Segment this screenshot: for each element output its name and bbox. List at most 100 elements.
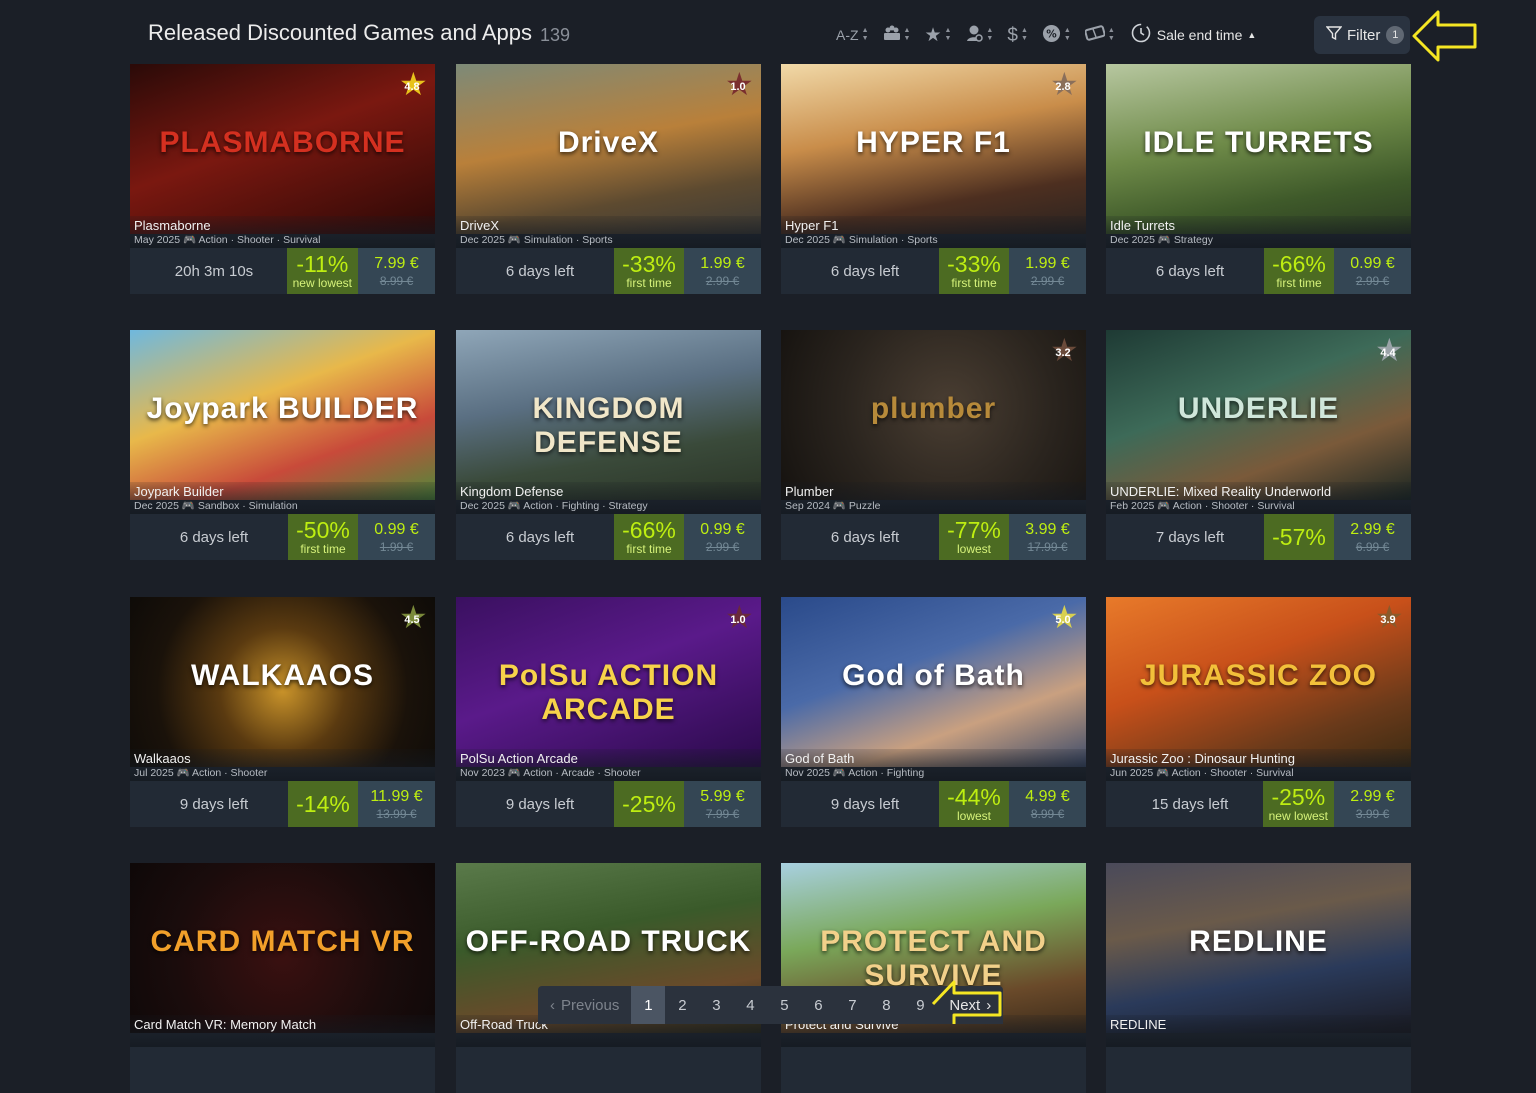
page-4-button[interactable]: 4 — [733, 986, 767, 1024]
game-logo: WALKAAOS — [191, 659, 374, 692]
arrow-callout-icon — [931, 980, 1002, 1024]
price-box: 2.99 € 6.99 € — [1334, 514, 1411, 560]
discount-percent: -77% — [947, 517, 1001, 543]
original-price: 17.99 € — [1027, 540, 1068, 554]
sale-price: 4.99 € — [1025, 788, 1070, 805]
game-info: Dec 2025 🎮 Sandbox · Simulation — [134, 499, 431, 513]
game-card[interactable]: OFF-ROAD TRUCK Off-Road Truck — [456, 863, 761, 1093]
price-row: 15 days left -25% new lowest 2.99 € 3.99 € — [1106, 781, 1411, 827]
game-card[interactable]: IDLE TURRETS Idle Turrets Dec 2025 🎮 Strat… — [1106, 64, 1411, 294]
game-card[interactable]: DriveX ★ 1.0 DriveX Dec 2025 🎮 Simulation · … — [456, 64, 761, 294]
game-logo: plumber — [870, 392, 997, 425]
time-left: 9 days left — [505, 795, 575, 813]
sort-arrows-icon: ▲ ▼ — [861, 27, 869, 42]
game-card[interactable]: KINGDOM DEFENSE Kingdom Defense Dec 2025 🎮… — [456, 330, 761, 560]
sort-discount-button[interactable]: % ▲ ▼ — [1042, 24, 1071, 47]
sort-rating-button[interactable]: ★ ▲ ▼ — [924, 26, 951, 45]
gamepad-icon: 🎮 — [507, 500, 521, 512]
previous-page-button[interactable]: ‹ Previous — [538, 986, 631, 1024]
game-card[interactable]: PLASMABORNE ★ 4.8 Plasmaborne May 2025 🎮 Act… — [130, 64, 435, 294]
result-count: 139 — [540, 25, 571, 45]
gamepad-icon: 🎮 — [1156, 767, 1170, 779]
price-row: 6 days left -77% lowest 3.99 € 17.99 € — [781, 514, 1086, 560]
game-capsule-image: CARD MATCH VR — [130, 863, 435, 1033]
game-info: Jul 2025 🎮 Action · Shooter — [134, 766, 431, 780]
sort-arrows-icon: ▲ ▼ — [1107, 27, 1115, 42]
sort-arrows-icon: ▲ ▼ — [986, 27, 994, 42]
page-5-button[interactable]: 5 — [767, 986, 801, 1024]
sale-price: 3.99 € — [1025, 521, 1070, 538]
game-card[interactable]: CARD MATCH VR Card Match VR: Memory Match — [130, 863, 435, 1093]
game-card[interactable]: Joypark BUILDER Joypark Builder Dec 2025 🎮… — [130, 330, 435, 560]
discount-badge: -77% lowest — [939, 514, 1009, 560]
genres: Simulation · Sports — [523, 234, 613, 246]
game-meta: PolSu Action Arcade Nov 2023 🎮 Action · A… — [456, 749, 761, 781]
price-box: 1.99 € 2.99 € — [1009, 248, 1086, 294]
game-capsule-image: Joypark BUILDER — [130, 330, 435, 500]
price-row: 6 days left -33% first time 1.99 € 2.99 € — [456, 248, 761, 294]
discount-percent: -66% — [622, 517, 676, 543]
game-card[interactable]: REDLINE REDLINE — [1106, 863, 1411, 1093]
percent-badge-icon: % — [1042, 24, 1061, 47]
price-box: 5.99 € 7.99 € — [684, 781, 761, 827]
filter-label: Filter — [1347, 26, 1381, 44]
game-name: Walkaaos — [134, 751, 191, 766]
game-card[interactable]: WALKAAOS ★ 4.5 Walkaaos Jul 2025 🎮 Action · … — [130, 597, 435, 827]
gamepad-icon: 🎮 — [1157, 500, 1171, 512]
game-capsule-image: IDLE TURRETS — [1106, 64, 1411, 234]
filter-count-badge: 1 — [1386, 26, 1405, 44]
sort-az-label: A-Z — [836, 27, 859, 43]
game-capsule-image: WALKAAOS ★ 4.5 — [130, 597, 435, 767]
genres: Action · Shooter — [192, 767, 268, 779]
sort-ticket-button[interactable]: ▲ ▼ — [1084, 25, 1115, 45]
gamepad-icon: 🎮 — [176, 767, 190, 779]
game-card[interactable]: God of Bath ★ 5.0 God of Bath Nov 2025 🎮 Act… — [781, 597, 1086, 827]
sort-az-button[interactable]: A-Z ▲ ▼ — [836, 27, 869, 43]
game-logo: PolSu ACTION ARCADE — [498, 659, 719, 726]
game-name: Plasmaborne — [134, 218, 211, 233]
filter-button[interactable]: Filter 1 — [1314, 16, 1410, 54]
page-2-button[interactable]: 2 — [665, 986, 699, 1024]
genres: Strategy — [1173, 234, 1213, 246]
original-price: 2.99 € — [705, 274, 740, 288]
original-price: 7.99 € — [705, 807, 740, 821]
discount-note: first time — [1276, 276, 1322, 290]
genres: Action · Shooter · Survival — [198, 234, 321, 246]
game-meta: Joypark Builder Dec 2025 🎮 Sandbox · Simu… — [130, 482, 435, 514]
page-1-button[interactable]: 1 — [631, 986, 666, 1024]
game-capsule-image: UNDERLIE ★ 4.4 — [1106, 330, 1411, 500]
sort-users-button[interactable]: ▲ ▼ — [883, 25, 911, 45]
page-8-button[interactable]: 8 — [869, 986, 903, 1024]
time-left: 6 days left — [830, 528, 900, 546]
discount-note: first time — [951, 276, 997, 290]
game-card[interactable]: HYPER F1 ★ 2.8 Hyper F1 Dec 2025 🎮 Simulatio… — [781, 64, 1086, 294]
game-info: Nov 2025 🎮 Action · Fighting — [785, 766, 1082, 780]
sort-price-button[interactable]: $ ▲ ▼ — [1007, 26, 1028, 45]
discount-percent: -66% — [1272, 251, 1326, 277]
discount-badge: -33% first time — [614, 248, 684, 294]
sort-sale-end-button[interactable]: Sale end time ▲ — [1131, 23, 1256, 48]
page-3-button[interactable]: 3 — [699, 986, 733, 1024]
game-card[interactable]: UNDERLIE ★ 4.4 UNDERLIE: Mixed Reality Unde… — [1106, 330, 1411, 560]
rating-value: 4.5 — [404, 614, 420, 626]
time-left: 9 days left — [179, 795, 249, 813]
rating-value: 5.0 — [1055, 614, 1071, 626]
game-meta: Plumber Sep 2024 🎮 Puzzle — [781, 482, 1086, 514]
page-6-button[interactable]: 6 — [801, 986, 835, 1024]
sort-arrows-icon: ▲ ▼ — [903, 27, 911, 42]
discount-badge: -33% first time — [939, 248, 1009, 294]
page-7-button[interactable]: 7 — [835, 986, 869, 1024]
reviewer-icon — [965, 24, 984, 46]
discount-note: first time — [626, 276, 672, 290]
genres: Sandbox · Simulation — [197, 500, 298, 512]
discount-percent: -25% — [1271, 784, 1326, 810]
genres: Action · Fighting · Strategy — [523, 500, 648, 512]
game-card[interactable]: plumber ★ 3.2 Plumber Sep 2024 🎮 Puzzle 6 day… — [781, 330, 1086, 560]
time-left: 9 days left — [830, 795, 900, 813]
sort-reviewer-button[interactable]: ▲ ▼ — [965, 24, 993, 46]
discount-badge: -25% new lowest — [1262, 781, 1334, 827]
game-capsule-image: God of Bath ★ 5.0 — [781, 597, 1086, 767]
game-card[interactable]: JURASSIC ZOO ★ 3.9 Jurassic Zoo : Dinosaur … — [1106, 597, 1411, 827]
discount-percent: -33% — [622, 251, 676, 277]
game-card[interactable]: PolSu ACTION ARCADE ★ 1.0 PolSu Action Arca… — [456, 597, 761, 827]
